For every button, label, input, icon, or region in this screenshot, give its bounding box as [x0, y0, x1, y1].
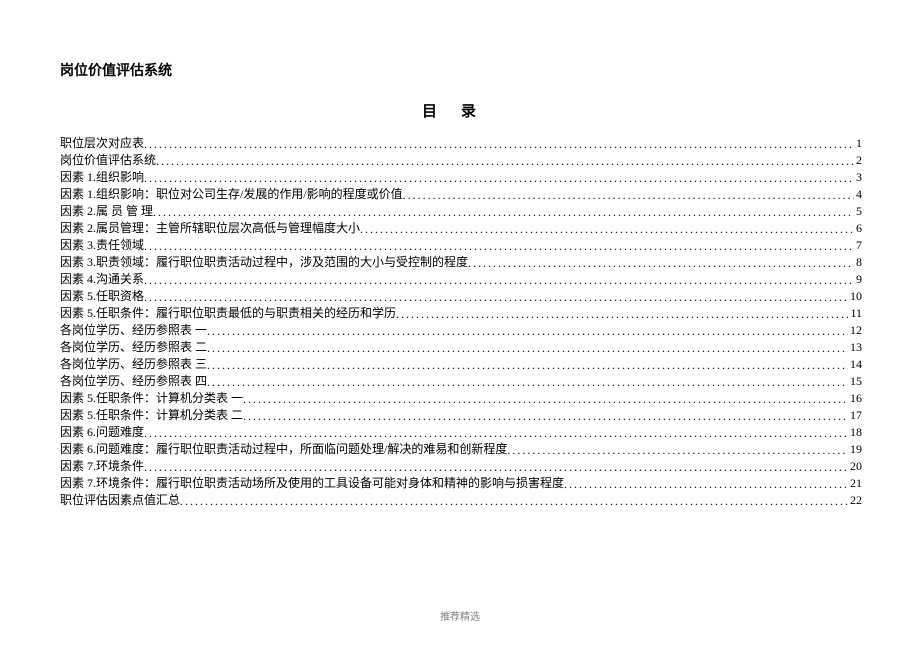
toc-entry-page: 9	[854, 271, 862, 288]
toc-entry-label: 因素 2.属 员 管 理	[60, 203, 153, 220]
toc-leader-dots	[360, 221, 854, 238]
toc-entry-page: 15	[848, 373, 862, 390]
toc-row: 各岗位学历、经历参照表 二 13	[60, 339, 862, 356]
toc-row: 职位评估因素点值汇总 22	[60, 492, 862, 509]
page-footer: 推荐精选	[0, 608, 920, 623]
toc-row: 因素 1.组织影响：职位对公司生存/发展的作用/影响的程度或价值 4	[60, 186, 862, 203]
toc-row: 因素 6.问题难度 18	[60, 424, 862, 441]
toc-leader-dots	[403, 187, 854, 204]
toc-leader-dots	[144, 425, 848, 442]
toc-entry-page: 1	[854, 135, 862, 152]
toc-row: 因素 5.任职资格 10	[60, 288, 862, 305]
toc-leader-dots	[156, 153, 854, 170]
toc-entry-page: 20	[848, 458, 862, 475]
toc-leader-dots	[180, 493, 848, 510]
toc-entry-page: 11	[848, 305, 862, 322]
toc-entry-label: 因素 5.任职条件：计算机分类表 一	[60, 390, 243, 407]
toc-row: 因素 5.任职条件：计算机分类表 二 17	[60, 407, 862, 424]
toc-entry-page: 7	[854, 237, 862, 254]
toc-entry-label: 因素 7.环境条件	[60, 458, 144, 475]
toc-leader-dots	[144, 238, 854, 255]
toc-entry-page: 12	[848, 322, 862, 339]
toc-entry-label: 因素 3.职责领域：履行职位职责活动过程中，涉及范围的大小与受控制的程度	[60, 254, 468, 271]
toc-entry-page: 18	[848, 424, 862, 441]
toc-entry-page: 13	[848, 339, 862, 356]
toc-leader-dots	[207, 357, 848, 374]
toc-leader-dots	[207, 340, 848, 357]
toc-entry-page: 2	[854, 152, 862, 169]
toc-entry-page: 19	[848, 441, 862, 458]
toc-entry-page: 14	[848, 356, 862, 373]
toc-row: 因素 7.环境条件 20	[60, 458, 862, 475]
toc-leader-dots	[243, 408, 848, 425]
toc-entry-label: 职位评估因素点值汇总	[60, 492, 180, 509]
toc-row: 因素 7.环境条件：履行职位职责活动场所及使用的工具设备可能对身体和精神的影响与…	[60, 475, 862, 492]
toc-row: 各岗位学历、经历参照表 四 15	[60, 373, 862, 390]
toc-leader-dots	[468, 255, 854, 272]
table-of-contents: 职位层次对应表1岗位价值评估系统2因素 1.组织影响3因素 1.组织影响：职位对…	[60, 135, 862, 509]
toc-entry-page: 21	[848, 475, 862, 492]
toc-entry-page: 16	[848, 390, 862, 407]
toc-leader-dots	[144, 289, 848, 306]
toc-entry-page: 10	[848, 288, 862, 305]
toc-entry-page: 5	[854, 203, 862, 220]
toc-entry-page: 4	[854, 186, 862, 203]
toc-row: 因素 2.属 员 管 理 5	[60, 203, 862, 220]
toc-leader-dots	[207, 323, 848, 340]
toc-row: 各岗位学历、经历参照表 三 14	[60, 356, 862, 373]
toc-leader-dots	[144, 136, 854, 153]
toc-entry-label: 因素 6.问题难度	[60, 424, 144, 441]
toc-row: 因素 2.属员管理：主管所辖职位层次高低与管理幅度大小 6	[60, 220, 862, 237]
toc-leader-dots	[564, 476, 848, 493]
toc-entry-label: 岗位价值评估系统	[60, 152, 156, 169]
toc-entry-label: 各岗位学历、经历参照表 二	[60, 339, 207, 356]
toc-entry-label: 因素 5.任职条件：计算机分类表 二	[60, 407, 243, 424]
toc-entry-label: 各岗位学历、经历参照表 一	[60, 322, 207, 339]
toc-entry-page: 8	[854, 254, 862, 271]
toc-entry-label: 因素 6.问题难度：履行职位职责活动过程中，所面临问题处理/解决的难易和创新程度	[60, 441, 507, 458]
toc-leader-dots	[507, 442, 848, 459]
toc-entry-label: 因素 1.组织影响：职位对公司生存/发展的作用/影响的程度或价值	[60, 186, 403, 203]
toc-row: 因素 3.责任领域 7	[60, 237, 862, 254]
toc-leader-dots	[144, 459, 848, 476]
toc-entry-page: 3	[854, 169, 862, 186]
toc-leader-dots	[396, 306, 848, 323]
toc-row: 岗位价值评估系统 2	[60, 152, 862, 169]
toc-entry-page: 6	[854, 220, 862, 237]
toc-leader-dots	[144, 272, 854, 289]
toc-entry-label: 因素 7.环境条件：履行职位职责活动场所及使用的工具设备可能对身体和精神的影响与…	[60, 475, 564, 492]
toc-entry-label: 因素 2.属员管理：主管所辖职位层次高低与管理幅度大小	[60, 220, 360, 237]
toc-entry-label: 因素 5.任职条件：履行职位职责最低的与职责相关的经历和学历	[60, 305, 396, 322]
toc-entry-page: 22	[848, 492, 862, 509]
toc-entry-label: 各岗位学历、经历参照表 四	[60, 373, 207, 390]
toc-row: 职位层次对应表 1	[60, 135, 862, 152]
toc-row: 因素 5.任职条件：计算机分类表 一 16	[60, 390, 862, 407]
toc-heading: 目录	[60, 100, 862, 121]
toc-leader-dots	[243, 391, 848, 408]
toc-entry-label: 各岗位学历、经历参照表 三	[60, 356, 207, 373]
toc-row: 因素 1.组织影响 3	[60, 169, 862, 186]
document-title: 岗位价值评估系统	[60, 60, 862, 80]
toc-entry-label: 因素 1.组织影响	[60, 169, 144, 186]
toc-entry-label: 因素 5.任职资格	[60, 288, 144, 305]
toc-row: 因素 4.沟通关系 9	[60, 271, 862, 288]
toc-entry-label: 职位层次对应表	[60, 135, 144, 152]
toc-row: 各岗位学历、经历参照表 一 12	[60, 322, 862, 339]
toc-entry-label: 因素 3.责任领域	[60, 237, 144, 254]
toc-row: 因素 6.问题难度：履行职位职责活动过程中，所面临问题处理/解决的难易和创新程度…	[60, 441, 862, 458]
toc-entry-page: 17	[848, 407, 862, 424]
toc-leader-dots	[144, 170, 854, 187]
toc-leader-dots	[207, 374, 848, 391]
toc-entry-label: 因素 4.沟通关系	[60, 271, 144, 288]
toc-row: 因素 5.任职条件：履行职位职责最低的与职责相关的经历和学历 11	[60, 305, 862, 322]
toc-row: 因素 3.职责领域：履行职位职责活动过程中，涉及范围的大小与受控制的程度 8	[60, 254, 862, 271]
toc-leader-dots	[153, 204, 854, 221]
